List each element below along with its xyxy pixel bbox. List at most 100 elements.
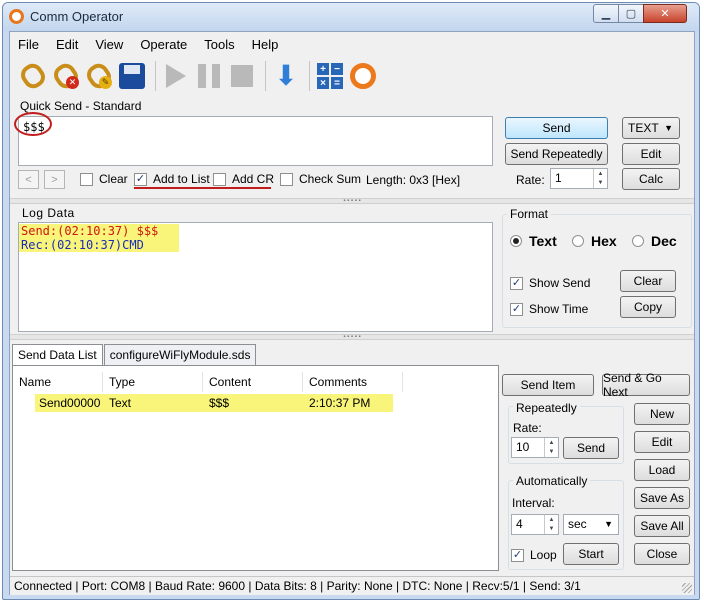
format-dropdown[interactable]: TEXT ▼ xyxy=(622,117,680,139)
rate-label: Rate: xyxy=(516,173,545,187)
show-send-label: Show Send xyxy=(529,276,591,290)
window-title: Comm Operator xyxy=(30,9,124,24)
add-to-list-checkbox[interactable]: ✓ Add to List xyxy=(134,172,210,186)
toolbar-separator xyxy=(309,61,310,91)
column-header-content[interactable]: Content xyxy=(203,372,303,392)
save-as-button[interactable]: Save As xyxy=(634,487,690,509)
cell-type: Text xyxy=(109,396,132,410)
log-copy-button[interactable]: Copy xyxy=(620,296,676,318)
play-icon[interactable] xyxy=(161,60,191,92)
menu-view[interactable]: View xyxy=(95,37,123,52)
checkbox-box[interactable]: ✓ xyxy=(510,302,523,316)
resize-grip-icon[interactable] xyxy=(682,583,692,593)
add-cr-checkbox[interactable]: Add CR xyxy=(213,172,274,186)
splitter-bottom[interactable]: ▪ ▪ ▪ ▪ ▪ xyxy=(10,334,694,340)
previous-button[interactable]: < xyxy=(18,170,39,189)
radio-text-label: Text xyxy=(529,233,557,249)
new-button[interactable]: New xyxy=(634,403,690,425)
radio-dot[interactable] xyxy=(510,235,522,247)
list-edit-button[interactable]: Edit xyxy=(634,431,690,453)
status-bar: Connected | Port: COM8 | Baud Rate: 9600… xyxy=(10,576,694,595)
log-data-label: Log Data xyxy=(22,206,75,220)
calc-button[interactable]: Calc xyxy=(622,168,680,190)
menu-operate[interactable]: Operate xyxy=(140,37,187,52)
radio-text[interactable]: Text xyxy=(510,233,557,249)
splitter-top[interactable]: ▪ ▪ ▪ ▪ ▪ xyxy=(10,198,694,204)
column-header-name[interactable]: Name xyxy=(13,372,103,392)
app-window: Comm Operator ▁ ▢ ✕ File Edit View Opera… xyxy=(2,2,700,600)
send-go-next-button[interactable]: Send & Go Next xyxy=(602,371,690,399)
next-button[interactable]: > xyxy=(44,170,65,189)
send-data-list[interactable]: Name Type Content Comments Send00000 Tex… xyxy=(12,365,499,571)
cell-content: $$$ xyxy=(209,396,230,410)
title-bar[interactable]: Comm Operator ▁ ▢ ✕ xyxy=(3,3,699,31)
tab-configure-wifly[interactable]: configureWiFlyModule.sds xyxy=(103,344,257,366)
checkbox-box[interactable] xyxy=(80,172,93,186)
interval-unit-dropdown[interactable]: sec ▼ xyxy=(563,514,619,535)
log-clear-button[interactable]: Clear xyxy=(620,270,676,292)
load-button[interactable]: Load xyxy=(634,459,690,481)
close-list-button[interactable]: Close xyxy=(634,543,690,565)
column-header-comments[interactable]: Comments xyxy=(303,372,403,392)
save-all-button[interactable]: Save All xyxy=(634,515,690,537)
loop-checkbox[interactable]: ✓ Loop xyxy=(511,548,557,562)
toolbar: ✕ ✎ ⬇ + − × = xyxy=(10,56,694,96)
chevron-down-icon: ▼ xyxy=(604,519,613,529)
maximize-button[interactable]: ▢ xyxy=(618,4,644,23)
interval-stepper[interactable]: 4 ▲ ▼ xyxy=(511,514,559,535)
send-repeatedly-button[interactable]: Send Repeatedly xyxy=(505,143,608,165)
checkbox-box[interactable]: ✓ xyxy=(511,548,524,562)
calculator-icon[interactable]: + − × = xyxy=(315,60,345,92)
stepper-arrows[interactable]: ▲ ▼ xyxy=(544,515,558,534)
tab-send-data-list[interactable]: Send Data List xyxy=(12,344,103,366)
checkbox-box[interactable] xyxy=(213,172,226,186)
checkbox-box[interactable]: ✓ xyxy=(134,172,147,186)
menu-file[interactable]: File xyxy=(18,37,39,52)
about-icon[interactable] xyxy=(348,60,378,92)
send-item-button[interactable]: Send Item xyxy=(502,374,594,396)
rate-stepper[interactable]: 1 ▲ ▼ xyxy=(550,168,608,189)
pause-icon[interactable] xyxy=(194,60,224,92)
chevron-down-icon: ▼ xyxy=(664,123,673,133)
highlight-underline xyxy=(134,187,271,189)
clear-checkbox[interactable]: Clear xyxy=(80,172,128,186)
disconnect-icon[interactable]: ✕ xyxy=(50,59,82,93)
quick-send-input[interactable]: $$$ xyxy=(18,116,493,166)
column-header-type[interactable]: Type xyxy=(103,372,203,392)
show-time-checkbox[interactable]: ✓ Show Time xyxy=(510,302,588,316)
radio-hex[interactable]: Hex xyxy=(572,233,617,249)
menu-edit[interactable]: Edit xyxy=(56,37,78,52)
side-send-button[interactable]: Send xyxy=(563,437,619,459)
checkbox-box[interactable]: ✓ xyxy=(510,276,523,290)
connect-icon[interactable] xyxy=(17,59,49,93)
automatically-label: Automatically xyxy=(513,474,591,488)
highlight-oval xyxy=(14,112,52,136)
table-row[interactable]: Send00000 Text $$$ 2:10:37 PM xyxy=(35,394,393,412)
app-logo-icon xyxy=(9,9,24,24)
radio-dec[interactable]: Dec xyxy=(632,233,677,249)
connect-settings-icon[interactable]: ✎ xyxy=(83,59,115,93)
edit-button[interactable]: Edit xyxy=(622,143,680,165)
menu-tools[interactable]: Tools xyxy=(204,37,234,52)
tab-strip: Send Data List configureWiFlyModule.sds xyxy=(12,344,257,366)
interval-value: 4 xyxy=(516,517,523,531)
log-output[interactable]: Send:(02:10:37) $$$ Rec:(02:10:37)CMD xyxy=(18,222,493,332)
radio-dot[interactable] xyxy=(632,235,644,247)
check-sum-checkbox[interactable]: Check Sum xyxy=(280,172,361,186)
show-send-checkbox[interactable]: ✓ Show Send xyxy=(510,276,590,290)
stepper-arrows[interactable]: ▲ ▼ xyxy=(593,169,607,188)
stop-icon[interactable] xyxy=(227,60,257,92)
minimize-button[interactable]: ▁ xyxy=(593,4,619,23)
stepper-arrows[interactable]: ▲ ▼ xyxy=(544,438,558,457)
radio-dot[interactable] xyxy=(572,235,584,247)
show-time-label: Show Time xyxy=(529,302,589,316)
checkbox-box[interactable] xyxy=(280,172,293,186)
download-icon[interactable]: ⬇ xyxy=(271,60,301,92)
close-window-button[interactable]: ✕ xyxy=(643,4,687,23)
menu-help[interactable]: Help xyxy=(252,37,279,52)
interval-label: Interval: xyxy=(512,496,555,510)
save-icon[interactable] xyxy=(117,60,147,92)
start-button[interactable]: Start xyxy=(563,543,619,565)
side-rate-stepper[interactable]: 10 ▲ ▼ xyxy=(511,437,559,458)
send-button[interactable]: Send xyxy=(505,117,608,139)
